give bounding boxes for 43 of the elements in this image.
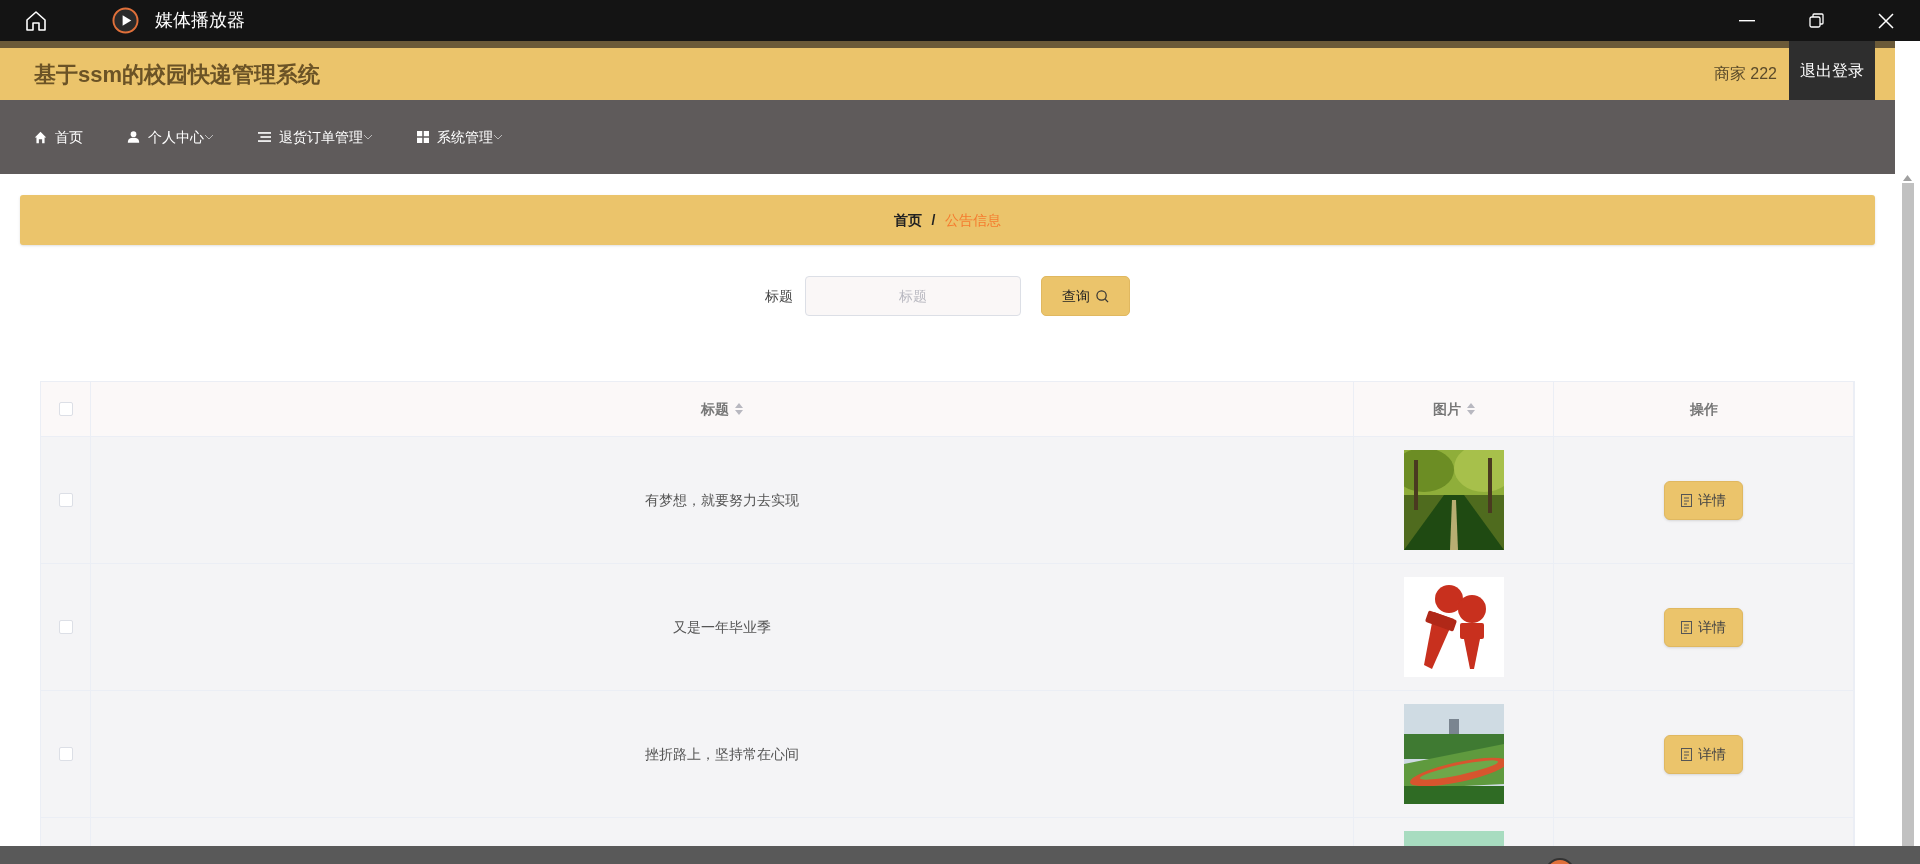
column-header: 标题	[701, 399, 729, 419]
play-logo-icon	[112, 7, 139, 34]
breadcrumb-item[interactable]: 首页	[893, 209, 922, 231]
checkbox[interactable]	[58, 747, 73, 761]
close-icon[interactable]	[1878, 12, 1894, 29]
column-header: 图片	[1432, 399, 1461, 419]
window-title: 媒体播放器	[155, 9, 245, 32]
document-icon	[1681, 747, 1692, 761]
checkbox[interactable]	[58, 620, 73, 634]
logout-button[interactable]: 退出登录	[1789, 41, 1875, 100]
list-icon	[258, 131, 271, 143]
detail-button[interactable]: 详情	[1664, 734, 1743, 774]
nav-item[interactable]: 个人中心	[127, 126, 214, 148]
search-label: 标题	[765, 286, 793, 306]
breadcrumb-item: 公告信息	[945, 210, 1002, 230]
sort-icon[interactable]	[1466, 403, 1475, 415]
checkbox[interactable]	[58, 493, 73, 507]
search-icon	[1096, 289, 1109, 303]
scroll-up-icon[interactable]	[1903, 175, 1912, 181]
checkbox[interactable]	[58, 402, 73, 416]
nav-item[interactable]: 退货订单管理	[258, 126, 373, 148]
table-cell-text: 有梦想，就要努力去实现	[645, 490, 799, 510]
user-name: 商家 222	[1713, 64, 1777, 84]
sort-icon[interactable]	[735, 403, 743, 415]
system-title: 基于ssm的校园快递管理系统	[34, 60, 321, 89]
home-icon[interactable]	[24, 8, 48, 33]
minimize-icon[interactable]	[1739, 19, 1755, 22]
column-header: 操作	[1689, 399, 1718, 419]
grid-icon	[417, 131, 429, 143]
user-icon	[127, 130, 140, 144]
table-cell-text: 又是一年毕业季	[673, 617, 771, 637]
breadcrumb-separator: /	[931, 210, 936, 230]
detail-button[interactable]: 详情	[1664, 480, 1743, 520]
home-icon	[34, 130, 47, 144]
search-button[interactable]: 查询	[1041, 276, 1130, 316]
table-cell-text: 挫折路上，坚持常在心间	[645, 744, 799, 764]
nav-item[interactable]: 系统管理	[417, 126, 503, 148]
restore-icon[interactable]	[1809, 13, 1824, 28]
detail-button[interactable]: 详情	[1664, 607, 1743, 647]
search-field[interactable]: 标题	[805, 276, 1021, 316]
document-icon	[1681, 493, 1692, 507]
nav-item[interactable]: 首页	[34, 126, 83, 148]
document-icon	[1681, 620, 1692, 634]
